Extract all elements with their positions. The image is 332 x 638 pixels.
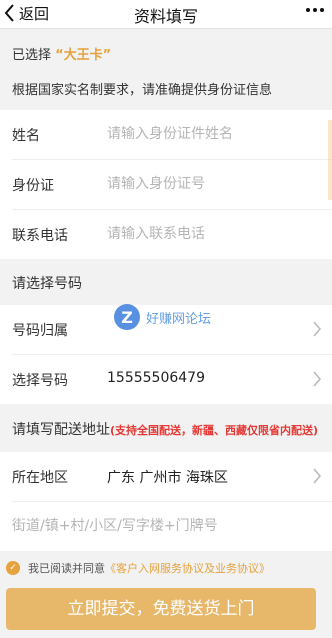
more-menu-icon[interactable] [306,8,324,12]
chevron-right-icon [313,321,322,337]
identity-form: 姓名 身份证 联系电话 [0,110,332,259]
agreement-row: ✓ 我已阅读并同意 《客户入网服务协议及业务协议》 [6,560,270,576]
submit-button[interactable]: 立即提交，免费送货上门 [6,588,316,630]
region-row[interactable]: 所在地区 广东 广州市 海珠区 [12,452,332,502]
page-title: 资料填写 [133,7,198,26]
attribution-label: 号码归属 [12,323,68,339]
id-card-input[interactable] [107,170,317,198]
name-row: 姓名 [12,110,332,160]
delivery-note: (支持全国配送，新疆、西藏仅限省内配送) [110,424,319,437]
realname-notice: 根据国家实名制要求，请准确提供身份证信息 [12,83,273,98]
phone-number-row[interactable]: 选择号码 15555506479 [12,355,332,404]
agreement-checkbox[interactable]: ✓ [6,561,20,575]
number-section-title: 请选择号码 [12,276,82,292]
phone-row: 联系电话 [12,210,332,259]
address-form: 所在地区 广东 广州市 海珠区 [0,452,332,551]
region-label: 所在地区 [12,470,68,486]
selected-prefix: 已选择 [12,48,56,63]
chevron-right-icon [313,468,322,484]
phone-input[interactable] [107,220,317,248]
id-card-row: 身份证 [12,160,332,210]
street-row [12,502,332,551]
address-title: 请填写配送地址 [12,422,110,438]
selected-card-name: “大王卡” [55,48,112,63]
phone-number-label: 选择号码 [12,373,68,389]
region-value: 广东 广州市 海珠区 [107,470,228,486]
id-card-label: 身份证 [12,178,54,194]
chevron-right-icon [313,371,322,387]
selected-card-hint: 已选择 “大王卡” [12,44,111,63]
phone-label: 联系电话 [12,228,68,244]
phone-number-value: 15555506479 [107,370,205,386]
name-label: 姓名 [12,128,40,144]
number-form: 号码归属 选择号码 15555506479 [0,305,332,404]
edge-decoration [328,120,332,200]
agreement-link[interactable]: 《客户入网服务协议及业务协议》 [105,560,270,576]
street-address-input[interactable] [12,512,312,540]
name-input[interactable] [107,120,317,148]
agreement-prefix: 我已阅读并同意 [28,562,105,575]
navigation-bar: 返回 资料填写 [0,0,332,29]
address-section-title: 请填写配送地址(支持全国配送，新疆、西藏仅限省内配送) [12,419,318,439]
attribution-row[interactable]: 号码归属 [12,305,332,355]
